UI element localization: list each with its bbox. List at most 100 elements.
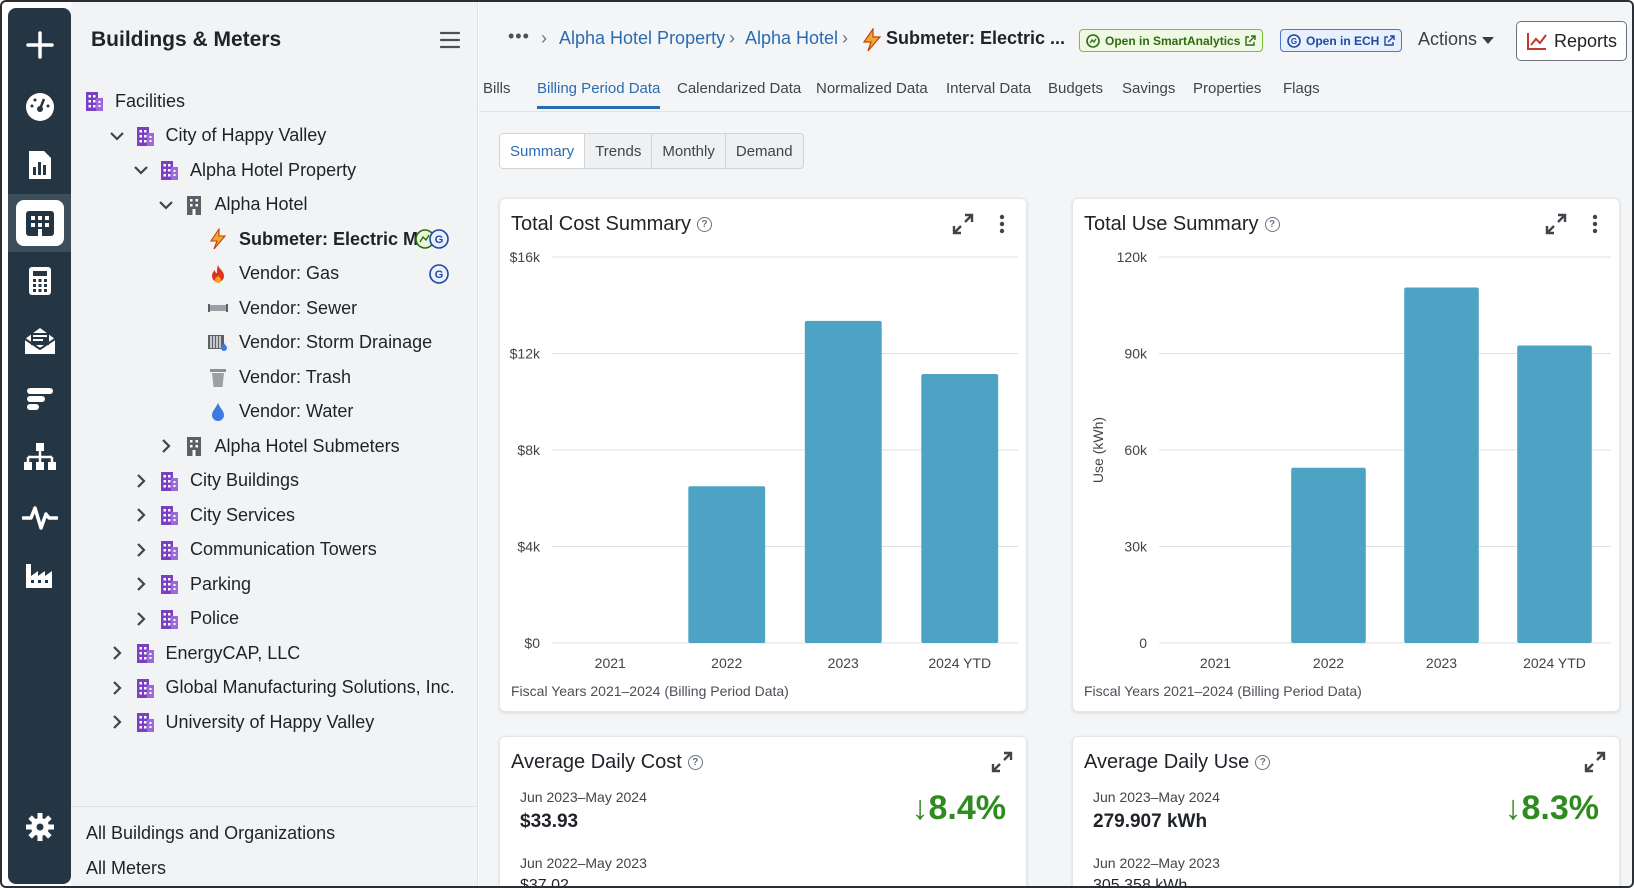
tree-item-label: EnergyCAP, LLC: [165, 642, 301, 663]
tab-budgets[interactable]: Budgets: [1048, 80, 1103, 97]
hamburger-menu-icon[interactable]: [439, 30, 461, 50]
dashboard-icon[interactable]: [8, 78, 71, 136]
tab-calendarized-data[interactable]: Calendarized Data: [677, 80, 801, 97]
current-period: Jun 2023–May 2024: [1093, 789, 1220, 805]
y-tick-label: $8k: [517, 442, 541, 458]
breadcrumb-alpha-hotel[interactable]: Alpha Hotel: [745, 28, 838, 49]
tab-properties[interactable]: Properties: [1193, 80, 1261, 97]
chevron-right-icon[interactable]: [108, 713, 126, 731]
subtab-monthly[interactable]: Monthly: [652, 134, 726, 168]
chevron-right-icon[interactable]: [132, 575, 150, 593]
percent-change: ↓8.3%: [1504, 789, 1600, 827]
tree-item-submeter-electric-main[interactable]: Submeter: Electric Main: [181, 224, 444, 254]
tree-item-city-buildings[interactable]: City Buildings: [132, 466, 299, 496]
all-buildings-link[interactable]: All Buildings and Organizations: [86, 823, 335, 844]
subtab-demand[interactable]: Demand: [726, 134, 803, 168]
chevron-right-icon[interactable]: [132, 472, 150, 490]
tab-bar: Bills Billing Period Data Calendarized Dat…: [479, 74, 1632, 112]
bar-2023[interactable]: [804, 320, 882, 643]
current-value: $33.93: [520, 811, 579, 832]
expand-icon[interactable]: [991, 751, 1013, 773]
smartanalytics-ech-icon[interactable]: G: [414, 228, 450, 255]
open-in-ech-button[interactable]: G Open in ECH: [1280, 29, 1403, 52]
tree-item-city-services[interactable]: City Services: [132, 500, 295, 530]
tree-item-label: Facilities: [115, 90, 186, 111]
chevron-down-icon[interactable]: [157, 196, 175, 214]
all-meters-link[interactable]: All Meters: [86, 858, 166, 879]
chevron-right-icon[interactable]: [108, 679, 126, 697]
tree-item-parking[interactable]: Parking: [132, 569, 251, 599]
tree-item-vendor-storm-drainage[interactable]: Vendor: Storm Drainage: [181, 328, 432, 358]
bar-2024-ytd[interactable]: [1517, 345, 1592, 643]
chevron-right-icon[interactable]: [132, 541, 150, 559]
average-daily-use-title: Average Daily Use: [1084, 751, 1250, 773]
factory-icon[interactable]: [8, 546, 71, 604]
chevron-right-icon[interactable]: [132, 610, 150, 628]
tree-item-alpha-hotel-property[interactable]: Alpha Hotel Property: [132, 155, 356, 185]
tree-item-university-of-happy-valley[interactable]: University of Happy Valley: [108, 707, 374, 737]
tab-interval-data[interactable]: Interval Data: [946, 80, 1031, 97]
external-link-icon: [1245, 34, 1257, 46]
tree-item-energycap-llc[interactable]: EnergyCAP, LLC: [108, 638, 301, 668]
tab-bills[interactable]: Bills: [483, 80, 511, 97]
tree-item-city-of-happy-valley[interactable]: City of Happy Valley: [108, 121, 327, 151]
chevron-right-icon[interactable]: [132, 506, 150, 524]
expand-icon[interactable]: [1584, 751, 1606, 773]
svg-text:G: G: [1291, 37, 1297, 46]
building-icon: [183, 194, 205, 216]
x-tick-label: 2024 YTD: [928, 655, 991, 669]
actions-dropdown[interactable]: Actions: [1418, 29, 1495, 50]
add-icon[interactable]: [8, 16, 71, 74]
org-chart-icon[interactable]: [8, 428, 71, 486]
bar-2022[interactable]: [688, 486, 766, 643]
list-icon[interactable]: [8, 370, 71, 428]
buildings-meters-icon[interactable]: [8, 194, 71, 252]
tab-billing-period-data[interactable]: Billing Period Data: [537, 80, 660, 97]
help-icon[interactable]: ?: [1255, 755, 1271, 770]
tree-item-label: Vendor: Sewer: [239, 297, 358, 318]
tree-item-alpha-hotel[interactable]: Alpha Hotel: [157, 190, 308, 220]
bar-2024-ytd[interactable]: [921, 374, 999, 643]
bill-inbox-icon[interactable]: [8, 312, 71, 370]
tree-item-vendor-sewer[interactable]: Vendor: Sewer: [181, 293, 357, 323]
tree-item-communication-towers[interactable]: Communication Towers: [132, 535, 377, 565]
tab-flags[interactable]: Flags: [1283, 80, 1320, 97]
tree-item-vendor-trash[interactable]: Vendor: Trash: [181, 362, 351, 392]
breadcrumb-alpha-hotel-property[interactable]: Alpha Hotel Property: [559, 28, 725, 49]
reports-icon[interactable]: [8, 136, 71, 194]
settings-icon[interactable]: [8, 798, 71, 856]
current-period: Jun 2023–May 2024: [520, 789, 647, 805]
pulse-icon[interactable]: [8, 488, 71, 546]
tree-item-police[interactable]: Police: [132, 604, 239, 634]
open-in-smartanalytics-button[interactable]: Open in SmartAnalytics: [1079, 29, 1264, 52]
tree-item-global-manufacturing-solutions-inc[interactable]: Global Manufacturing Solutions, Inc.: [108, 673, 455, 703]
chevron-right-icon[interactable]: [157, 437, 175, 455]
tree-item-vendor-water[interactable]: Vendor: Water: [181, 397, 353, 427]
tab-savings[interactable]: Savings: [1122, 80, 1175, 97]
y-tick-label: $12k: [510, 346, 541, 362]
tree-item-alpha-hotel-submeters[interactable]: Alpha Hotel Submeters: [157, 431, 400, 461]
ech-icon[interactable]: G: [428, 263, 450, 290]
tree-item-facilities[interactable]: Facilities: [83, 86, 185, 116]
chevron-down-icon[interactable]: [108, 127, 126, 145]
y-tick-label: 120k: [1117, 249, 1148, 265]
org-icon: [158, 504, 180, 526]
tree-item-vendor-gas[interactable]: Vendor: Gas: [181, 259, 339, 289]
subtab-summary[interactable]: Summary: [500, 134, 586, 168]
bar-2022[interactable]: [1291, 467, 1366, 643]
breadcrumb-more-button[interactable]: •••: [508, 26, 530, 47]
reports-button[interactable]: Reports: [1516, 21, 1627, 61]
average-daily-use-card: Average Daily Use? Jun 2023–May 2024 279…: [1072, 736, 1620, 886]
help-icon[interactable]: ?: [687, 755, 703, 770]
chevron-right-icon[interactable]: [108, 644, 126, 662]
tab-normalized-data[interactable]: Normalized Data: [816, 80, 928, 97]
tree-item-label: Vendor: Gas: [239, 263, 340, 283]
tree-item-label: City of Happy Valley: [165, 125, 327, 145]
subtab-trends[interactable]: Trends: [585, 134, 653, 168]
bar-2023[interactable]: [1404, 287, 1479, 643]
chart-caption: Fiscal Years 2021–2024 (Billing Period D…: [511, 683, 789, 699]
calculator-icon[interactable]: [8, 252, 71, 310]
tree-item-label: Alpha Hotel: [214, 194, 308, 214]
chevron-down-icon[interactable]: [132, 161, 150, 179]
svg-text:G: G: [435, 269, 444, 281]
